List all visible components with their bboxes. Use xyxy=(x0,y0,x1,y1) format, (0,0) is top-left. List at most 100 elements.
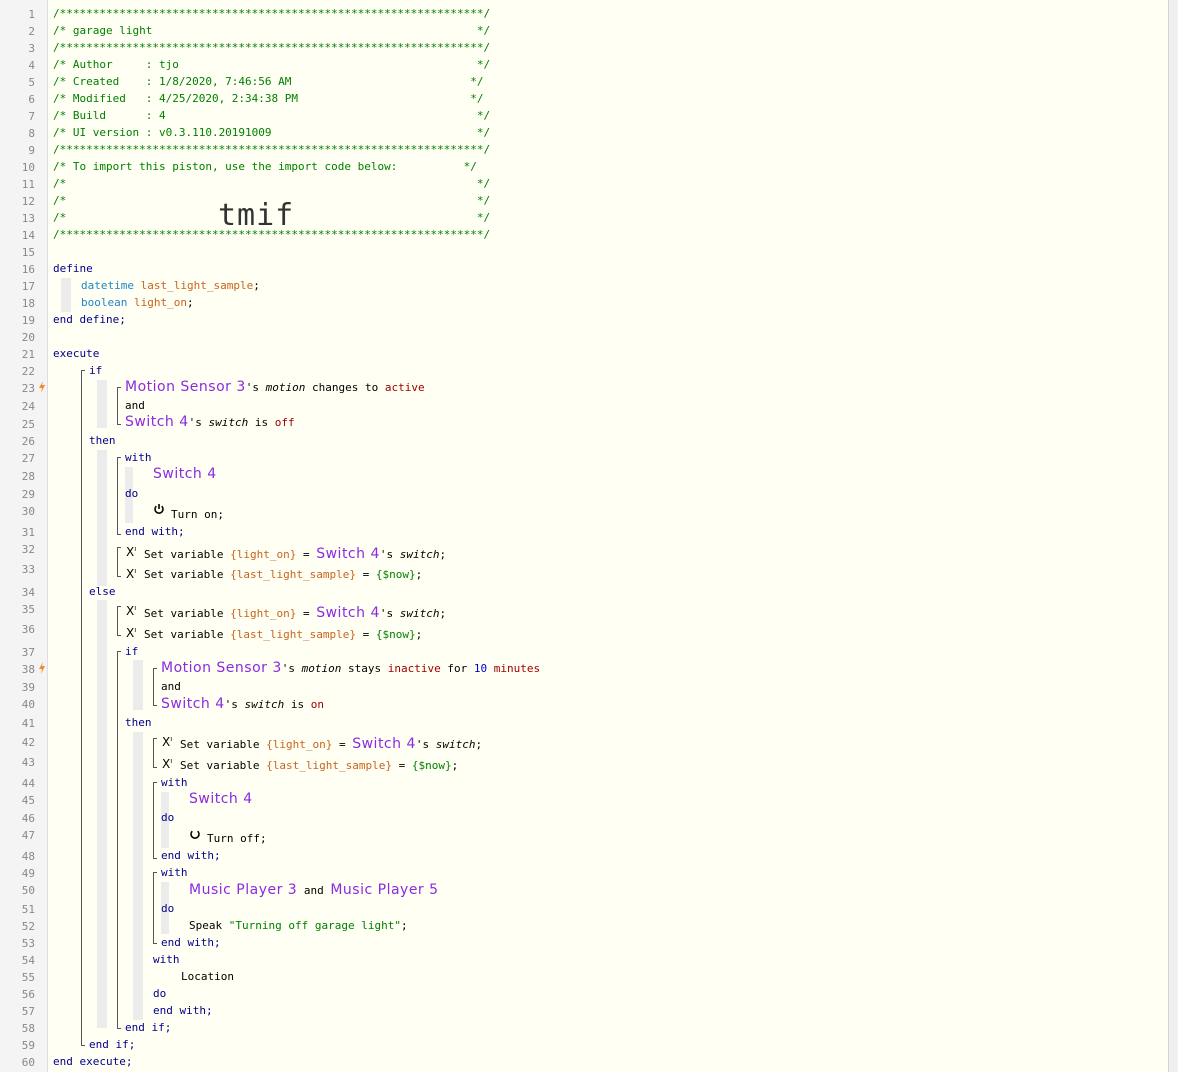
then-indent-block xyxy=(133,732,143,1020)
line-number: 32 xyxy=(21,543,35,556)
do-keyword[interactable]: do xyxy=(125,487,138,501)
import-code[interactable]: tmif xyxy=(218,199,294,233)
line-number: 13 xyxy=(21,212,35,225)
set-variable-icon: Xı xyxy=(126,626,137,640)
line-number: 28 xyxy=(21,470,35,483)
then-keyword[interactable]: then xyxy=(89,434,116,448)
set-variable-icon: Xı xyxy=(162,735,173,749)
condition-indent-block xyxy=(133,660,143,710)
line-number: 59 xyxy=(21,1039,35,1052)
trigger-lightning-icon xyxy=(39,662,45,674)
line-number: 30 xyxy=(21,505,35,518)
with-bracket xyxy=(153,872,157,944)
set-variable-light-on[interactable]: Set variable {light_on} = Switch 4's swi… xyxy=(180,737,482,752)
line-number: 20 xyxy=(21,331,35,344)
condition-indent-block xyxy=(97,380,107,428)
line-number: 7 xyxy=(28,110,35,123)
set-variable-light-on[interactable]: Set variable {light_on} = Switch 4's swi… xyxy=(144,547,446,562)
power-off-icon xyxy=(190,830,200,839)
set-variable-icon: Xı xyxy=(126,604,137,618)
line-number: 42 xyxy=(21,736,35,749)
then-indent-block xyxy=(97,450,107,586)
condition-switch-off[interactable]: Switch 4's switch is off xyxy=(125,415,295,430)
line-number: 29 xyxy=(21,488,35,501)
then-keyword[interactable]: then xyxy=(125,716,152,730)
with-keyword[interactable]: with xyxy=(125,451,152,465)
set-variable-last-light-sample[interactable]: Set variable {last_light_sample} = {$now… xyxy=(144,628,422,642)
header-blank: /* */ xyxy=(53,177,491,190)
with-bracket xyxy=(153,782,157,859)
set-variable-last-light-sample[interactable]: Set variable {last_light_sample} = {$now… xyxy=(144,568,422,582)
execute-keyword[interactable]: execute xyxy=(53,347,99,361)
line-number: 9 xyxy=(28,144,35,157)
line-number: 55 xyxy=(21,971,35,984)
line-number: 46 xyxy=(21,812,35,825)
line-number: 12 xyxy=(21,195,35,208)
define-indent-block xyxy=(61,278,71,312)
line-number: 23 xyxy=(21,382,35,395)
end-if-keyword[interactable]: end if; xyxy=(125,1021,171,1035)
header-created: /* Created : 1/8/2020, 7:46:56 AM */ xyxy=(53,75,484,88)
line-number: 54 xyxy=(21,954,35,967)
set-variable-last-light-sample[interactable]: Set variable {last_light_sample} = {$now… xyxy=(180,759,458,773)
else-keyword[interactable]: else xyxy=(89,585,116,599)
set-variable-light-on[interactable]: Set variable {light_on} = Switch 4's swi… xyxy=(144,606,446,621)
line-number: 58 xyxy=(21,1022,35,1035)
end-with-keyword[interactable]: end with; xyxy=(161,849,221,863)
line-number: 50 xyxy=(21,884,35,897)
condition-motion-changes[interactable]: Motion Sensor 3's motion changes to acti… xyxy=(125,380,425,395)
set-variable-bracket xyxy=(117,606,121,636)
power-on-icon xyxy=(154,504,164,514)
device-switch-4[interactable]: Switch 4 xyxy=(153,467,217,482)
with-keyword[interactable]: with xyxy=(161,776,188,790)
end-execute-keyword[interactable]: end execute; xyxy=(53,1055,132,1069)
header-author: /* Author : tjo */ xyxy=(53,58,491,71)
do-keyword[interactable]: do xyxy=(153,987,166,1001)
header-title: /* garage light */ xyxy=(53,24,491,37)
line-number: 57 xyxy=(21,1005,35,1018)
line-number: 21 xyxy=(21,348,35,361)
turn-on-command[interactable]: Turn on; xyxy=(171,508,224,522)
line-number: 45 xyxy=(21,794,35,807)
devices-music-players[interactable]: Music Player 3 and Music Player 5 xyxy=(189,883,439,898)
turn-off-command[interactable]: Turn off; xyxy=(207,832,267,846)
speak-command[interactable]: Speak "Turning off garage light"; xyxy=(189,919,408,933)
do-keyword[interactable]: do xyxy=(161,902,174,916)
set-variable-icon: Xı xyxy=(126,567,137,581)
if-keyword[interactable]: if xyxy=(89,364,102,378)
set-variable-bracket xyxy=(153,738,157,768)
with-keyword[interactable]: with xyxy=(153,953,180,967)
line-number: 8 xyxy=(28,127,35,140)
nested-if-bracket xyxy=(117,651,121,1029)
line-number: 56 xyxy=(21,988,35,1001)
end-with-keyword[interactable]: end with; xyxy=(161,936,221,950)
vertical-scrollbar[interactable] xyxy=(1168,0,1178,1072)
end-with-keyword[interactable]: end with; xyxy=(125,525,185,539)
operator-and[interactable]: and xyxy=(161,680,181,694)
line-number: 10 xyxy=(21,161,35,174)
define-keyword[interactable]: define xyxy=(53,262,93,276)
line-number: 47 xyxy=(21,829,35,842)
operator-and[interactable]: and xyxy=(125,399,145,413)
device-location[interactable]: Location xyxy=(181,970,234,984)
end-if-keyword[interactable]: end if; xyxy=(89,1038,135,1052)
if-keyword[interactable]: if xyxy=(125,645,138,659)
line-number: 5 xyxy=(28,76,35,89)
variable-declaration[interactable]: boolean light_on; xyxy=(81,296,194,310)
condition-switch-on[interactable]: Switch 4's switch is on xyxy=(161,697,324,712)
do-keyword[interactable]: do xyxy=(161,811,174,825)
with-keyword[interactable]: with xyxy=(161,866,188,880)
line-number: 40 xyxy=(21,698,35,711)
line-number: 48 xyxy=(21,850,35,863)
device-switch-4[interactable]: Switch 4 xyxy=(189,792,253,807)
variable-declaration[interactable]: datetime last_light_sample; xyxy=(81,279,260,293)
line-number: 3 xyxy=(28,42,35,55)
condition-motion-stays[interactable]: Motion Sensor 3's motion stays inactive … xyxy=(161,661,540,676)
line-number: 27 xyxy=(21,452,35,465)
condition-bracket xyxy=(117,387,121,425)
line-number: 2 xyxy=(28,25,35,38)
line-number: 39 xyxy=(21,681,35,694)
end-define-keyword[interactable]: end define; xyxy=(53,313,126,327)
line-number: 16 xyxy=(21,263,35,276)
end-with-keyword[interactable]: end with; xyxy=(153,1004,213,1018)
